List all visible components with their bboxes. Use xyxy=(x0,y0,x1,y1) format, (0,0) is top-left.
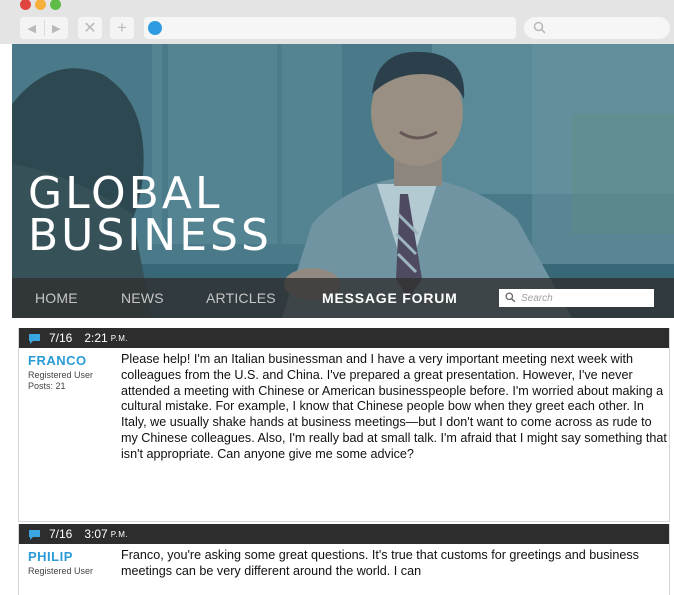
close-icon: ✕ xyxy=(83,20,97,37)
post-ampm: P.M. xyxy=(110,333,129,343)
post-body: Franco, you're asking some great questio… xyxy=(121,548,639,578)
stop-button[interactable]: ✕ xyxy=(78,17,102,39)
site-title-line2: BUSINESS xyxy=(28,210,272,261)
post-date: 7/16 xyxy=(49,527,73,541)
author-post-count: Posts: 21 xyxy=(28,381,66,391)
window-controls xyxy=(20,0,61,10)
hero-banner: GLOBAL BUSINESS xyxy=(12,44,674,318)
forum-thread: 7/16 2:21 P.M. FRANCO Registered User Po… xyxy=(12,318,674,595)
browser-toolbar: ◀ ▶ ✕ + xyxy=(0,0,674,44)
site-search-input[interactable] xyxy=(521,291,649,305)
post-header: 7/16 2:21 P.M. xyxy=(19,328,669,348)
browser-search-box[interactable] xyxy=(524,17,670,39)
post-time: 3:07 xyxy=(84,527,108,541)
nav-message-forum[interactable]: MESSAGE FORUM xyxy=(322,290,458,306)
history-nav: ◀ ▶ xyxy=(20,17,68,39)
nav-news[interactable]: NEWS xyxy=(121,290,164,306)
nav-home[interactable]: HOME xyxy=(35,290,78,306)
forum-post: 7/16 3:07 P.M. PHILIP Registered User Fr… xyxy=(18,524,670,595)
author-role: Registered User xyxy=(28,566,94,576)
speech-bubble-icon xyxy=(29,334,40,344)
post-time: 2:21 xyxy=(84,331,108,345)
post-header: 7/16 3:07 P.M. xyxy=(19,524,669,544)
back-arrow-icon[interactable]: ◀ xyxy=(20,22,44,35)
site-title: GLOBAL BUSINESS xyxy=(28,168,272,261)
forum-post: 7/16 2:21 P.M. FRANCO Registered User Po… xyxy=(18,328,670,522)
site-nav: HOME NEWS ARTICLES MESSAGE FORUM xyxy=(12,278,674,318)
close-window-button[interactable] xyxy=(20,0,31,10)
author-role: Registered User xyxy=(28,370,94,380)
site-globe-icon xyxy=(148,21,162,35)
author-name[interactable]: FRANCO xyxy=(28,353,118,368)
speech-bubble-icon xyxy=(29,530,40,540)
site-title-line1: GLOBAL xyxy=(28,168,223,219)
browser-search-input[interactable] xyxy=(550,20,660,36)
new-tab-button[interactable]: + xyxy=(110,17,134,39)
forward-arrow-icon[interactable]: ▶ xyxy=(45,22,69,35)
address-bar[interactable] xyxy=(144,17,516,39)
minimize-window-button[interactable] xyxy=(35,0,46,10)
plus-icon: + xyxy=(117,18,127,37)
search-icon xyxy=(505,292,516,303)
nav-articles[interactable]: ARTICLES xyxy=(206,290,276,306)
post-author-info: PHILIP Registered User xyxy=(28,549,118,577)
site-search-box[interactable] xyxy=(499,289,654,307)
search-icon xyxy=(533,21,546,34)
author-name[interactable]: PHILIP xyxy=(28,549,118,564)
post-author-info: FRANCO Registered User Posts: 21 xyxy=(28,353,118,392)
post-date: 7/16 xyxy=(49,331,73,345)
zoom-window-button[interactable] xyxy=(50,0,61,10)
url-input[interactable] xyxy=(166,20,506,36)
post-body: Please help! I'm an Italian businessman … xyxy=(121,352,667,461)
post-ampm: P.M. xyxy=(110,529,129,539)
